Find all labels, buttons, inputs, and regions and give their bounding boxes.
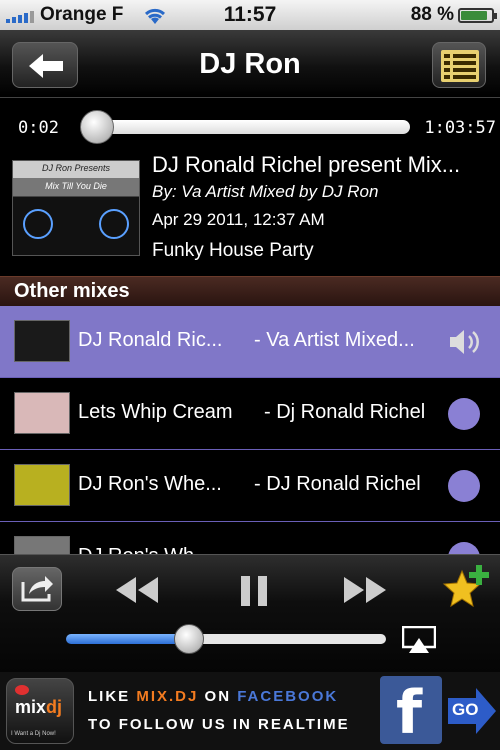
now-playing-title: DJ Ronald Richel present Mix... bbox=[152, 152, 461, 177]
now-playing-artwork: DJ Ron Presents Mix Till You Die bbox=[12, 160, 140, 256]
banner-line-2: TO FOLLOW US IN REALTIME bbox=[88, 716, 350, 733]
banner-line-1: LIKE MIX.DJ ON FACEBOOK bbox=[88, 688, 338, 705]
mix-title: DJ Ron's Whe... bbox=[78, 473, 222, 495]
mixdj-logo: mixdj I Want a Dj Now! bbox=[6, 678, 74, 744]
now-playing-artist: By: Va Artist Mixed by DJ Ron bbox=[152, 182, 379, 201]
speaker-icon bbox=[450, 330, 479, 354]
battery-icon bbox=[458, 8, 497, 23]
chat-bubble-icon bbox=[15, 685, 29, 695]
now-playing-genre: Funky House Party bbox=[152, 240, 314, 261]
rewind-button[interactable] bbox=[114, 575, 160, 605]
page-title: DJ Ron bbox=[199, 48, 301, 80]
play-indicator-icon bbox=[448, 398, 480, 430]
go-label: GO bbox=[452, 700, 479, 719]
playback-progress-thumb[interactable] bbox=[80, 110, 114, 144]
section-header: Other mixes bbox=[0, 276, 500, 306]
mix-thumbnail bbox=[14, 392, 70, 434]
status-bar: Orange F 11:57 88 % bbox=[0, 0, 500, 30]
logo-tagline: I Want a Dj Now! bbox=[11, 731, 56, 737]
share-button[interactable] bbox=[12, 567, 62, 611]
other-mixes-list: DJ Ronald Ric... - Va Artist Mixed... Le… bbox=[0, 306, 500, 554]
list-item[interactable]: DJ Ron's Whe... - DJ Ronald Richel bbox=[0, 450, 500, 522]
go-button[interactable]: GO bbox=[446, 686, 498, 736]
volume-thumb[interactable] bbox=[174, 624, 204, 654]
list-icon bbox=[441, 50, 479, 82]
playlist-button[interactable] bbox=[432, 42, 486, 88]
banner-network: FACEBOOK bbox=[237, 688, 339, 705]
artwork-caption-bottom: Mix Till You Die bbox=[45, 181, 107, 191]
turntable-left-icon bbox=[23, 209, 53, 239]
battery-percent: 88 % bbox=[410, 4, 454, 25]
pause-button[interactable] bbox=[238, 575, 270, 607]
volume-track[interactable] bbox=[190, 634, 386, 644]
list-item[interactable]: DJ Ron's Wh... bbox=[0, 522, 500, 554]
turntable-right-icon bbox=[99, 209, 129, 239]
mix-subtitle: - Dj Ronald Richel bbox=[264, 401, 426, 423]
elapsed-time: 0:02 bbox=[18, 118, 59, 138]
mix-thumbnail bbox=[14, 536, 70, 554]
now-playing-date: Apr 29 2011, 12:37 AM bbox=[152, 210, 325, 229]
volume-track-filled[interactable] bbox=[66, 634, 190, 644]
navigation-bar: DJ Ron bbox=[0, 30, 500, 98]
playback-progress-track[interactable] bbox=[86, 120, 410, 134]
section-title: Other mixes bbox=[14, 280, 130, 302]
banner-like: LIKE bbox=[88, 688, 137, 705]
play-indicator-icon bbox=[448, 542, 480, 554]
mix-thumbnail bbox=[14, 464, 70, 506]
fast-forward-button[interactable] bbox=[342, 575, 388, 605]
artwork-caption-top: DJ Ron Presents bbox=[41, 163, 111, 173]
mix-title: Lets Whip Cream bbox=[78, 401, 233, 423]
play-indicator-icon bbox=[448, 470, 480, 502]
mix-subtitle: - Va Artist Mixed... bbox=[254, 329, 415, 351]
list-item[interactable]: Lets Whip Cream - Dj Ronald Richel bbox=[0, 378, 500, 450]
banner-on: ON bbox=[198, 688, 238, 705]
facebook-icon: f bbox=[380, 676, 442, 748]
ad-banner[interactable]: mixdj I Want a Dj Now! LIKE MIX.DJ ON FA… bbox=[0, 672, 500, 750]
player-controls bbox=[0, 554, 500, 672]
list-item[interactable]: DJ Ronald Ric... - Va Artist Mixed... bbox=[0, 306, 500, 378]
mix-subtitle: - DJ Ronald Richel bbox=[254, 473, 421, 495]
banner-brand: MIX.DJ bbox=[136, 688, 199, 705]
logo-dj: dj bbox=[46, 697, 63, 717]
airplay-icon[interactable] bbox=[402, 626, 436, 654]
mix-title: DJ Ron's Wh... bbox=[78, 545, 211, 554]
share-icon bbox=[21, 576, 53, 602]
mix-title: DJ Ronald Ric... bbox=[78, 329, 223, 351]
total-duration: 1:03:57 bbox=[424, 118, 496, 138]
logo-mix: mix bbox=[15, 697, 47, 717]
facebook-letter: f bbox=[396, 678, 423, 748]
mix-thumbnail bbox=[14, 320, 70, 362]
add-favorite-button[interactable] bbox=[440, 563, 490, 611]
